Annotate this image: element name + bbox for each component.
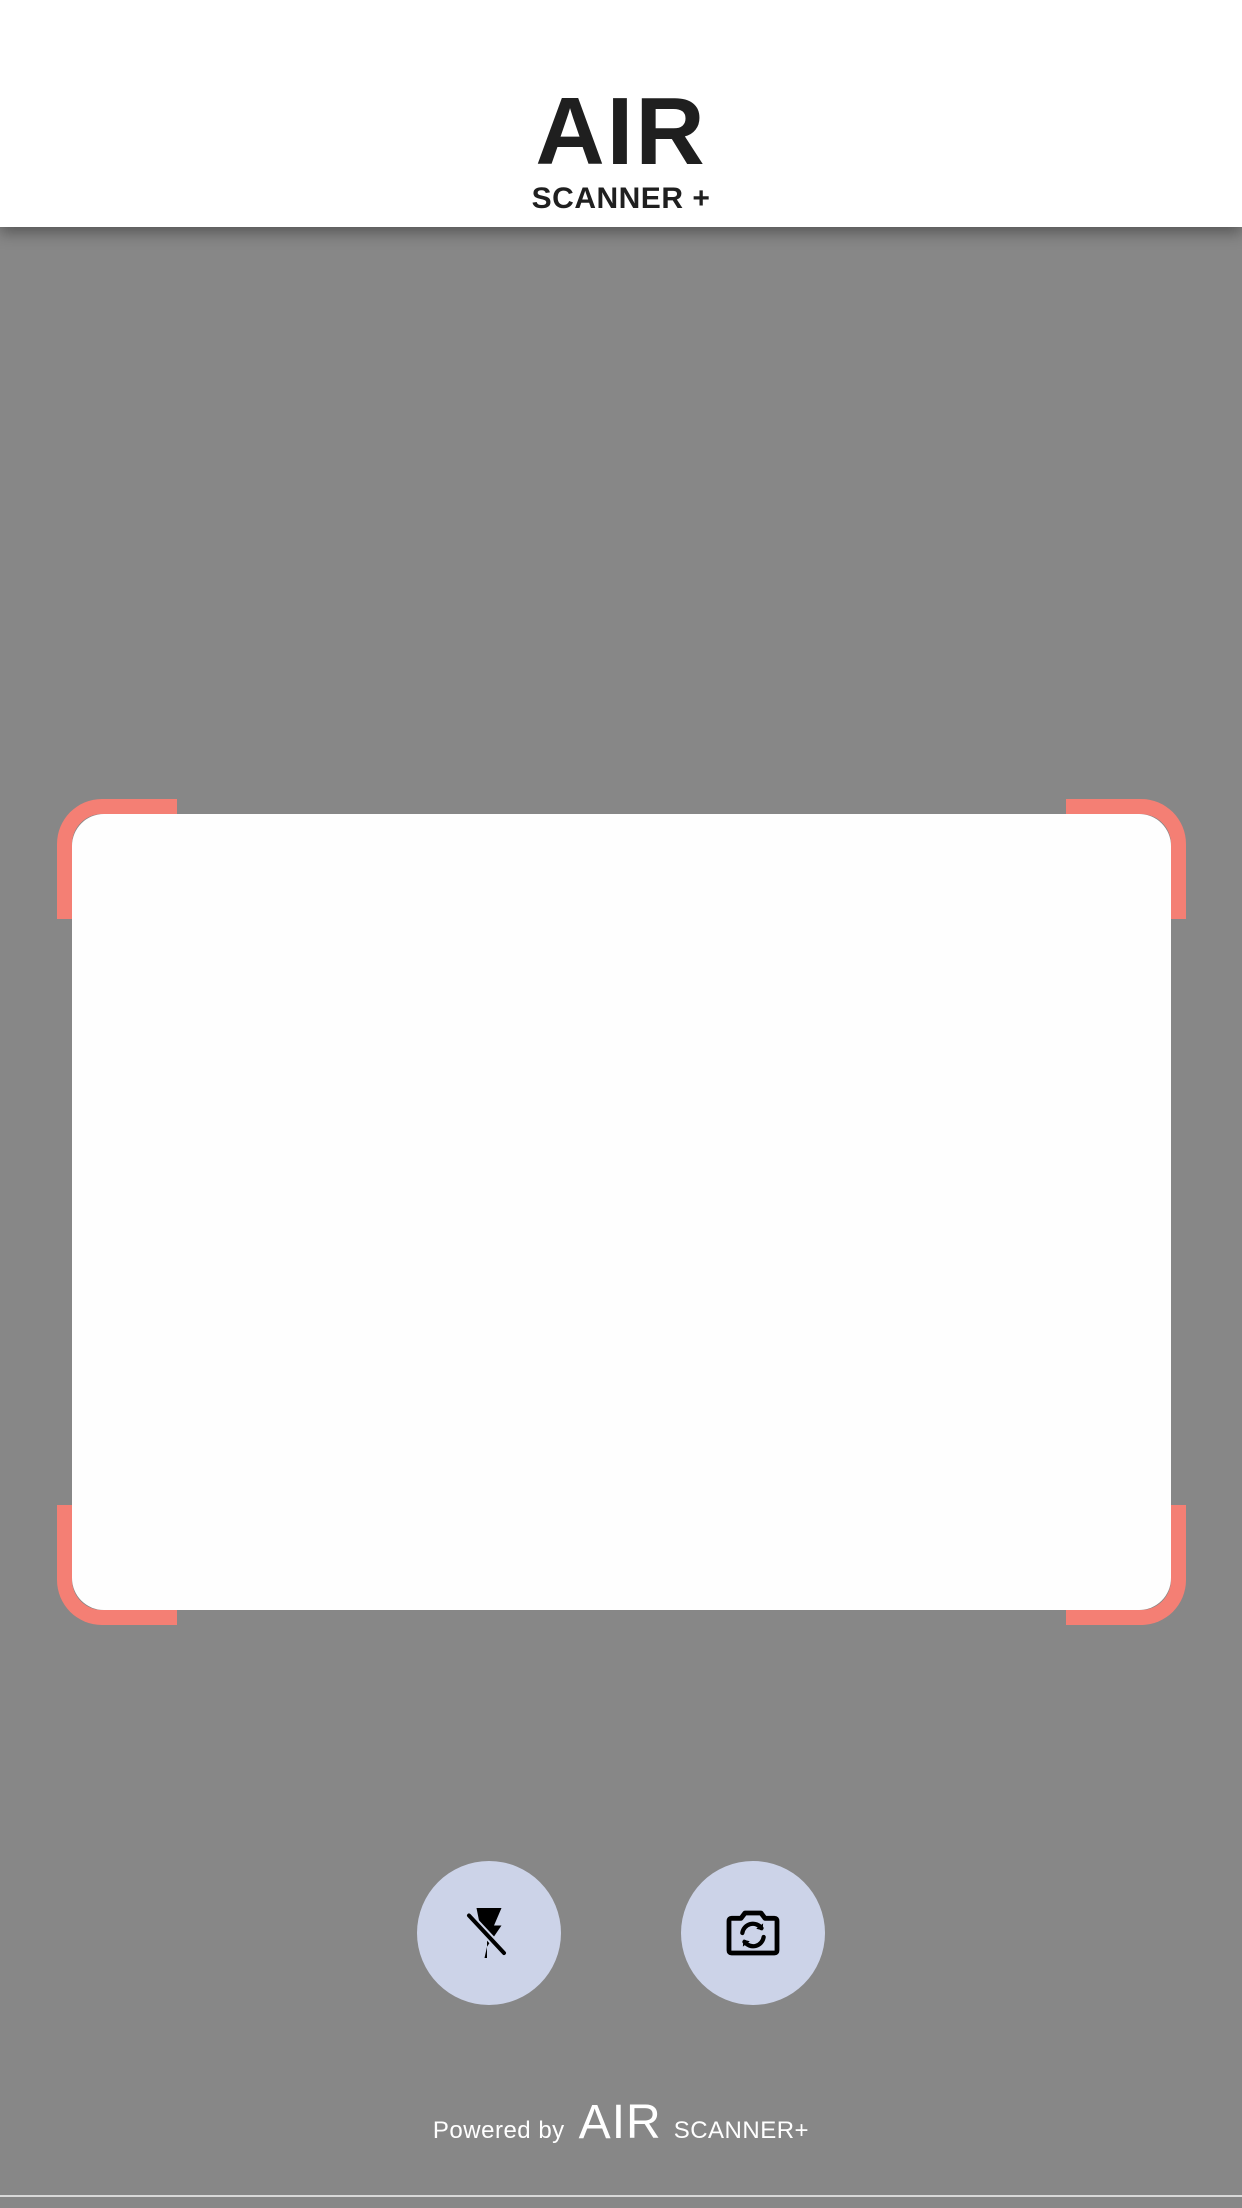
scan-frame [57,799,1186,1625]
app-logo: AIR SCANNER + [0,84,1242,216]
camera-controls [0,1861,1242,2005]
camera-flip-icon [726,1910,780,1956]
bottom-divider [0,2195,1242,2197]
flash-toggle-button[interactable] [417,1861,561,2005]
logo-title: AIR [535,78,707,185]
flash-off-icon [466,1908,507,1958]
powered-by-footer: Powered by AIR SCANNER+ [0,2095,1242,2165]
flip-camera-button[interactable] [681,1861,825,2005]
footer-brand-main: AIR [578,2096,662,2149]
scanner-screen: AIR SCANNER + Powered by AIR SCANNER+ [0,0,1242,2208]
app-header: AIR SCANNER + [0,0,1242,227]
logo-subtitle: SCANNER + [531,182,711,215]
footer-brand-sub: SCANNER+ [673,2117,810,2144]
powered-by-label: Powered by [432,2117,565,2144]
camera-viewfinder [72,814,1171,1610]
